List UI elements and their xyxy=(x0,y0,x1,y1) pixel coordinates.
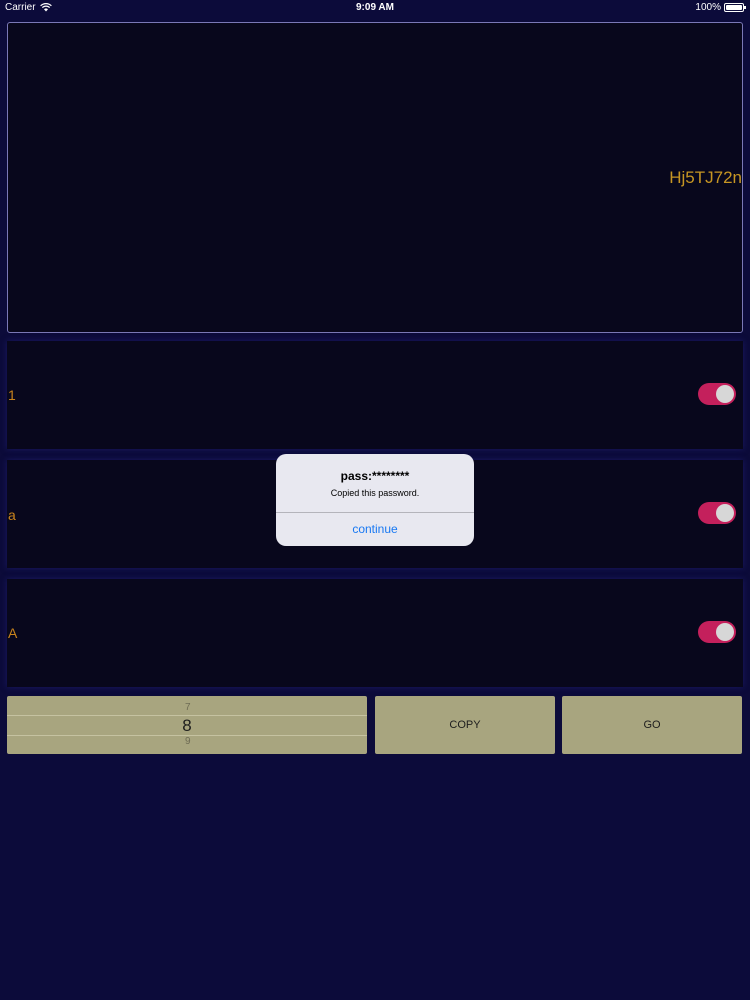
picker-value-above: 7 xyxy=(185,702,191,713)
option-label-uppercase: A xyxy=(8,625,18,641)
picker-selected-value[interactable]: 8 xyxy=(7,716,367,736)
option-label-lowercase: a xyxy=(8,507,16,523)
digits-toggle[interactable] xyxy=(698,383,736,405)
copied-alert: pass:******** Copied this password. cont… xyxy=(276,454,474,546)
uppercase-toggle[interactable] xyxy=(698,621,736,643)
battery-group: 100% xyxy=(695,2,746,13)
option-row-uppercase: A xyxy=(7,579,743,687)
battery-fill xyxy=(726,5,742,10)
picker-value-below: 9 xyxy=(185,736,191,747)
password-display: Hj5TJ72n xyxy=(7,22,743,333)
copy-button[interactable]: COPY xyxy=(375,696,555,754)
continue-button[interactable]: continue xyxy=(276,513,474,546)
option-label-digits: 1 xyxy=(8,387,16,403)
generated-password: Hj5TJ72n xyxy=(669,168,742,187)
status-bar: Carrier 9:09 AM 100% xyxy=(0,0,750,16)
toggle-knob xyxy=(716,385,734,403)
length-picker[interactable]: 7 8 9 xyxy=(7,696,367,754)
alert-message: Copied this password. xyxy=(330,488,420,498)
alert-title: pass:******** xyxy=(340,469,410,483)
toggle-knob xyxy=(716,504,734,522)
clock: 9:09 AM xyxy=(356,2,394,13)
toggle-knob xyxy=(716,623,734,641)
battery-percent: 100% xyxy=(695,2,721,13)
option-row-digits: 1 xyxy=(7,341,743,449)
battery-icon xyxy=(724,3,746,12)
lowercase-toggle[interactable] xyxy=(698,502,736,524)
go-button[interactable]: GO xyxy=(562,696,742,754)
